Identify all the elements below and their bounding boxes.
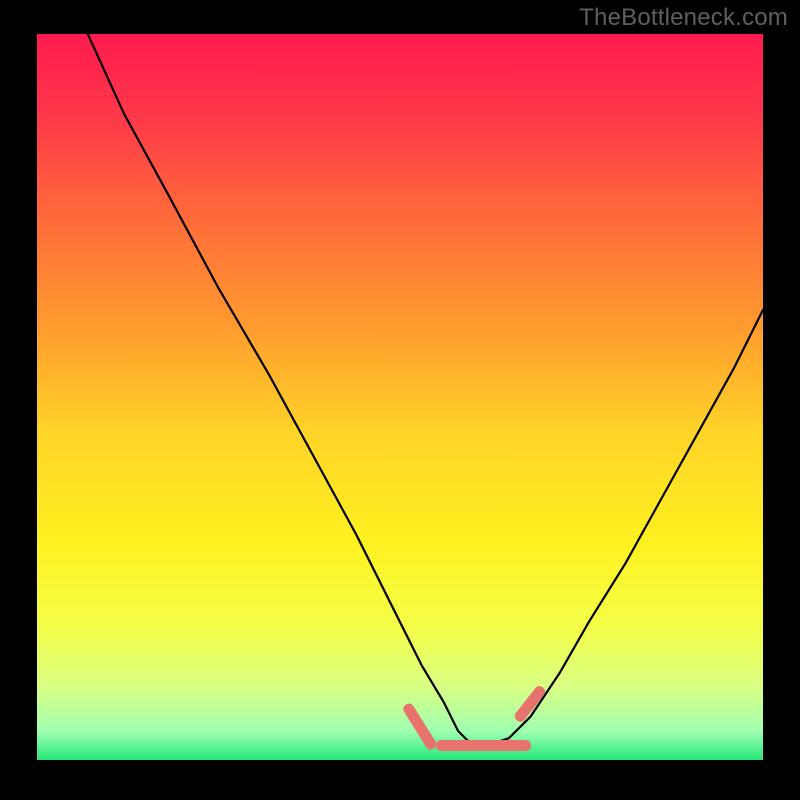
bottleneck-curve-layer [37, 34, 763, 760]
bottleneck-curve [88, 34, 763, 746]
chart-frame: TheBottleneck.com [0, 0, 800, 800]
optimal-flat-segment [436, 740, 530, 751]
plot-area [37, 34, 763, 760]
watermark-text: TheBottleneck.com [579, 4, 788, 32]
